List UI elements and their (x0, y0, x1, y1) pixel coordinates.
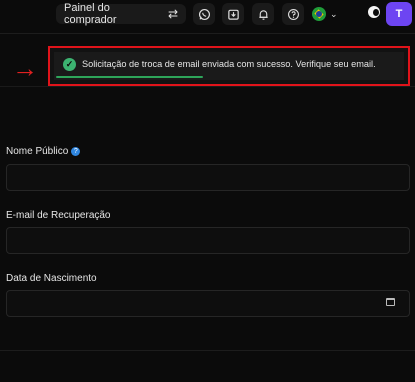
birth-date-label: Data de Nascimento (6, 273, 97, 284)
calendar-icon[interactable] (386, 298, 395, 306)
toast-progress-bar (56, 76, 203, 78)
avatar[interactable]: T (386, 2, 412, 26)
buyer-panel-button[interactable]: Painel do comprador ⇄ (56, 2, 186, 26)
download-box-icon (227, 9, 239, 20)
toast-body: ✓ Solicitação de troca de email enviada … (54, 52, 404, 80)
theme-toggle-icon[interactable] (368, 6, 380, 18)
bell-icon (258, 9, 268, 20)
check-circle-icon: ✓ (63, 58, 76, 71)
notifications-button[interactable] (252, 3, 274, 25)
public-name-label: Nome Público? (6, 146, 81, 157)
info-icon[interactable]: ? (71, 147, 81, 156)
whatsapp-icon (198, 8, 210, 20)
bottom-divider (0, 350, 415, 351)
language-selector[interactable]: ⌄ (312, 4, 348, 24)
recovery-email-label: E-mail de Recuperação (6, 210, 111, 221)
chevron-down-icon: ⌄ (330, 8, 338, 19)
success-toast: ✓ Solicitação de troca de email enviada … (48, 46, 410, 86)
whatsapp-button[interactable] (193, 3, 215, 25)
downloads-button[interactable] (222, 3, 244, 25)
brazil-flag-icon (312, 7, 326, 21)
recovery-email-input[interactable] (6, 227, 410, 254)
right-arrow-icon: → (12, 53, 38, 83)
help-icon (287, 8, 299, 20)
birth-date-input[interactable] (6, 290, 410, 317)
avatar-initial: T (395, 8, 403, 20)
top-bar: Painel do comprador ⇄ ⌄ T (0, 0, 415, 33)
header-divider (0, 33, 415, 34)
toast-message: Solicitação de troca de email enviada co… (82, 59, 376, 69)
public-name-label-text: Nome Público (6, 146, 69, 157)
help-button[interactable] (282, 3, 304, 25)
buyer-panel-label: Painel do comprador (64, 2, 117, 26)
public-name-input[interactable] (6, 164, 410, 191)
section-divider (0, 86, 415, 87)
swap-icon: ⇄ (167, 7, 178, 21)
